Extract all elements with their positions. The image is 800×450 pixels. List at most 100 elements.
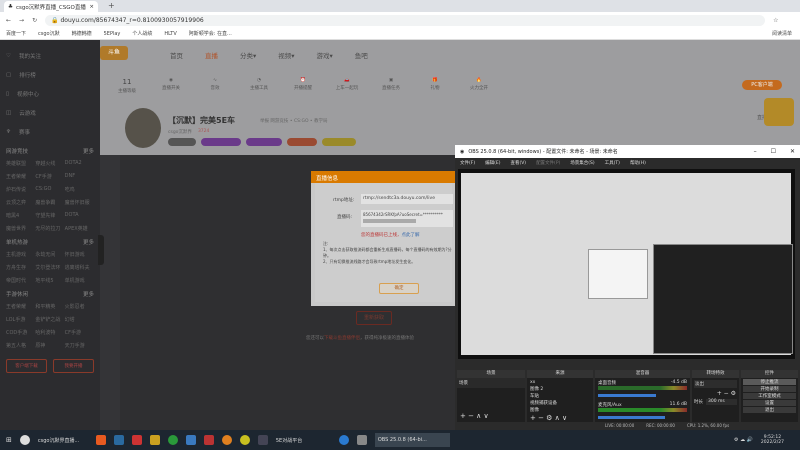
sidebar-item-cloud-game[interactable]: ◫ 云游戏 bbox=[6, 103, 94, 122]
category-link[interactable]: 魔兽世界 bbox=[6, 225, 35, 232]
taskbar-app-5e[interactable]: 5E对战平台 bbox=[276, 437, 331, 444]
duration-input[interactable]: 300 ms bbox=[706, 399, 737, 405]
category-link[interactable]: 永劫无间 bbox=[35, 251, 64, 258]
category-link[interactable]: 魔兽争霸 bbox=[35, 199, 64, 206]
category-link[interactable]: 暗黑4 bbox=[6, 212, 35, 219]
new-tab-icon[interactable]: + bbox=[108, 1, 115, 10]
source-item[interactable]: 车贴 bbox=[530, 393, 590, 400]
bookmark[interactable]: 个人战绩 bbox=[132, 30, 152, 37]
menu-scene-collection[interactable]: 场景集合(S) bbox=[570, 160, 594, 166]
star-icon[interactable]: ☆ bbox=[773, 17, 778, 24]
category-link[interactable]: 无尽的拉刀 bbox=[35, 225, 64, 232]
sidebar-item-follow[interactable]: ♡ 我的关注 bbox=[6, 46, 94, 65]
scene-controls-icon[interactable]: + − ∧ ∨ bbox=[460, 412, 489, 420]
clock[interactable]: 9:52:12 2022/2/27 bbox=[761, 435, 784, 445]
url-input[interactable]: 🔒 douyu.com/85674347_r=0.810093005791990… bbox=[45, 14, 766, 26]
badge[interactable] bbox=[201, 138, 241, 146]
tool-carpool[interactable]: 🚗 上车一起玩 bbox=[335, 78, 359, 94]
badge[interactable] bbox=[287, 138, 317, 146]
more-link[interactable]: 更多 bbox=[83, 147, 94, 155]
category-link[interactable]: DOTA2 bbox=[65, 160, 94, 167]
category-link[interactable]: LOL手游 bbox=[6, 316, 35, 323]
app-icon[interactable] bbox=[131, 435, 142, 445]
wechat-icon[interactable] bbox=[167, 435, 178, 445]
category-link[interactable]: 主机游戏 bbox=[6, 251, 35, 258]
app-icon[interactable] bbox=[95, 435, 106, 445]
studio-mode-button[interactable]: 工作室模式 bbox=[743, 393, 796, 399]
back-icon[interactable]: ← bbox=[6, 17, 11, 24]
category-link[interactable]: DNF bbox=[65, 173, 94, 180]
category-link[interactable]: 火影忍者 bbox=[65, 303, 94, 310]
sidebar-item-video[interactable]: ▯ 视频中心 bbox=[6, 84, 94, 103]
nav-video[interactable]: 视频▾ bbox=[278, 50, 294, 60]
app-icon[interactable] bbox=[149, 435, 160, 445]
category-link[interactable]: 炉石传说 bbox=[6, 186, 35, 193]
sidebar-item-events[interactable]: ♆ 赛事 bbox=[6, 122, 94, 141]
category-link[interactable]: 金铲铲之战 bbox=[35, 316, 64, 323]
close-tab-icon[interactable]: × bbox=[89, 4, 94, 10]
category-link[interactable]: 原神 bbox=[35, 342, 64, 349]
start-recording-button[interactable]: 开始录制 bbox=[743, 386, 796, 392]
tool-gift[interactable]: 🎁 礼物 bbox=[423, 78, 447, 94]
more-link[interactable]: 更多 bbox=[83, 238, 94, 246]
settings-button[interactable]: 设置 bbox=[743, 400, 796, 406]
confirm-button[interactable]: 确定 bbox=[379, 283, 419, 294]
menu-edit[interactable]: 编辑(E) bbox=[485, 160, 500, 166]
category-link[interactable]: 吃鸡 bbox=[65, 186, 94, 193]
badge[interactable] bbox=[246, 138, 282, 146]
category-link[interactable]: 逃离塔科夫 bbox=[65, 264, 94, 271]
category-link[interactable]: 怀旧游戏 bbox=[65, 251, 94, 258]
source-controls-icon[interactable]: + − ⚙ ∧ ∨ bbox=[530, 414, 567, 422]
start-live-button[interactable]: 我要开播 bbox=[53, 359, 94, 373]
source-item[interactable]: 视频捕获设备 bbox=[530, 400, 590, 407]
app-icon[interactable] bbox=[185, 435, 196, 445]
app-icon[interactable] bbox=[203, 435, 214, 445]
reload-icon[interactable]: ↻ bbox=[32, 17, 37, 24]
category-link[interactable]: 帝国时代 bbox=[6, 277, 35, 284]
refetch-button[interactable]: 重新获取 bbox=[356, 311, 392, 325]
category-link[interactable]: 王者荣耀 bbox=[6, 173, 35, 180]
bookmark[interactable]: 阿斯顿学会: 在直... bbox=[189, 30, 232, 37]
app-icon[interactable] bbox=[239, 435, 250, 445]
category-link[interactable]: 王者荣耀 bbox=[6, 303, 35, 310]
category-link[interactable]: 和平精英 bbox=[35, 303, 64, 310]
menu-tools[interactable]: 工具(T) bbox=[605, 160, 620, 166]
more-link[interactable]: 更多 bbox=[83, 290, 94, 298]
chrome-icon[interactable] bbox=[19, 435, 30, 445]
windows-start-icon[interactable]: ⊞ bbox=[6, 436, 12, 444]
category-link[interactable]: 单机游戏 bbox=[65, 277, 94, 284]
category-link[interactable]: 魔兽怀旧服 bbox=[65, 199, 94, 206]
category-link[interactable]: 哈利波特 bbox=[35, 329, 64, 336]
category-link[interactable]: 穿越火线 bbox=[35, 160, 64, 167]
menu-view[interactable]: 查看(V) bbox=[510, 160, 526, 166]
category-link[interactable]: 第五人格 bbox=[6, 342, 35, 349]
sidebar-item-rank[interactable]: ▢ 排行榜 bbox=[6, 65, 94, 84]
horizontal-scrollbar[interactable] bbox=[363, 219, 416, 223]
nav-category[interactable]: 分类▾ bbox=[240, 50, 256, 60]
tip-link[interactable]: 下载斗鱼直播伴侣 bbox=[324, 336, 360, 341]
transition-select[interactable]: 淡出 bbox=[694, 380, 737, 388]
rtmp-input[interactable]: rtmp://sendtc3a.douyu.com/live bbox=[361, 194, 453, 204]
tool-task[interactable]: ▣ 直播任务 bbox=[379, 78, 403, 94]
obs-preview[interactable] bbox=[458, 169, 795, 359]
category-link[interactable]: APEX英雄 bbox=[65, 225, 94, 232]
category-link[interactable]: 云顶之弈 bbox=[6, 199, 35, 206]
app-icon[interactable] bbox=[221, 435, 232, 445]
app-icon[interactable] bbox=[356, 435, 367, 445]
category-link[interactable]: COD手游 bbox=[6, 329, 35, 336]
anchor-avatar[interactable] bbox=[125, 108, 161, 148]
douyu-logo[interactable]: 斗鱼 bbox=[100, 46, 128, 60]
steam-icon[interactable] bbox=[113, 435, 124, 445]
tool-sound[interactable]: ∿ 音效 bbox=[203, 78, 227, 94]
close-icon[interactable]: ✕ bbox=[790, 148, 795, 155]
category-link[interactable]: CF手游 bbox=[65, 329, 94, 336]
maximize-icon[interactable]: ☐ bbox=[771, 148, 776, 155]
nav-yuba[interactable]: 鱼吧 bbox=[355, 50, 368, 60]
client-download-button[interactable]: 客户端下载 bbox=[6, 359, 47, 373]
promo-banner[interactable] bbox=[764, 98, 794, 126]
category-link[interactable]: 艾尔登法环 bbox=[35, 264, 64, 271]
badge[interactable] bbox=[168, 138, 196, 146]
tool-fire[interactable]: 🔥 火力全开 bbox=[467, 78, 491, 94]
bookmark[interactable]: HLTV bbox=[164, 31, 176, 37]
menu-help[interactable]: 帮助(H) bbox=[630, 160, 646, 166]
